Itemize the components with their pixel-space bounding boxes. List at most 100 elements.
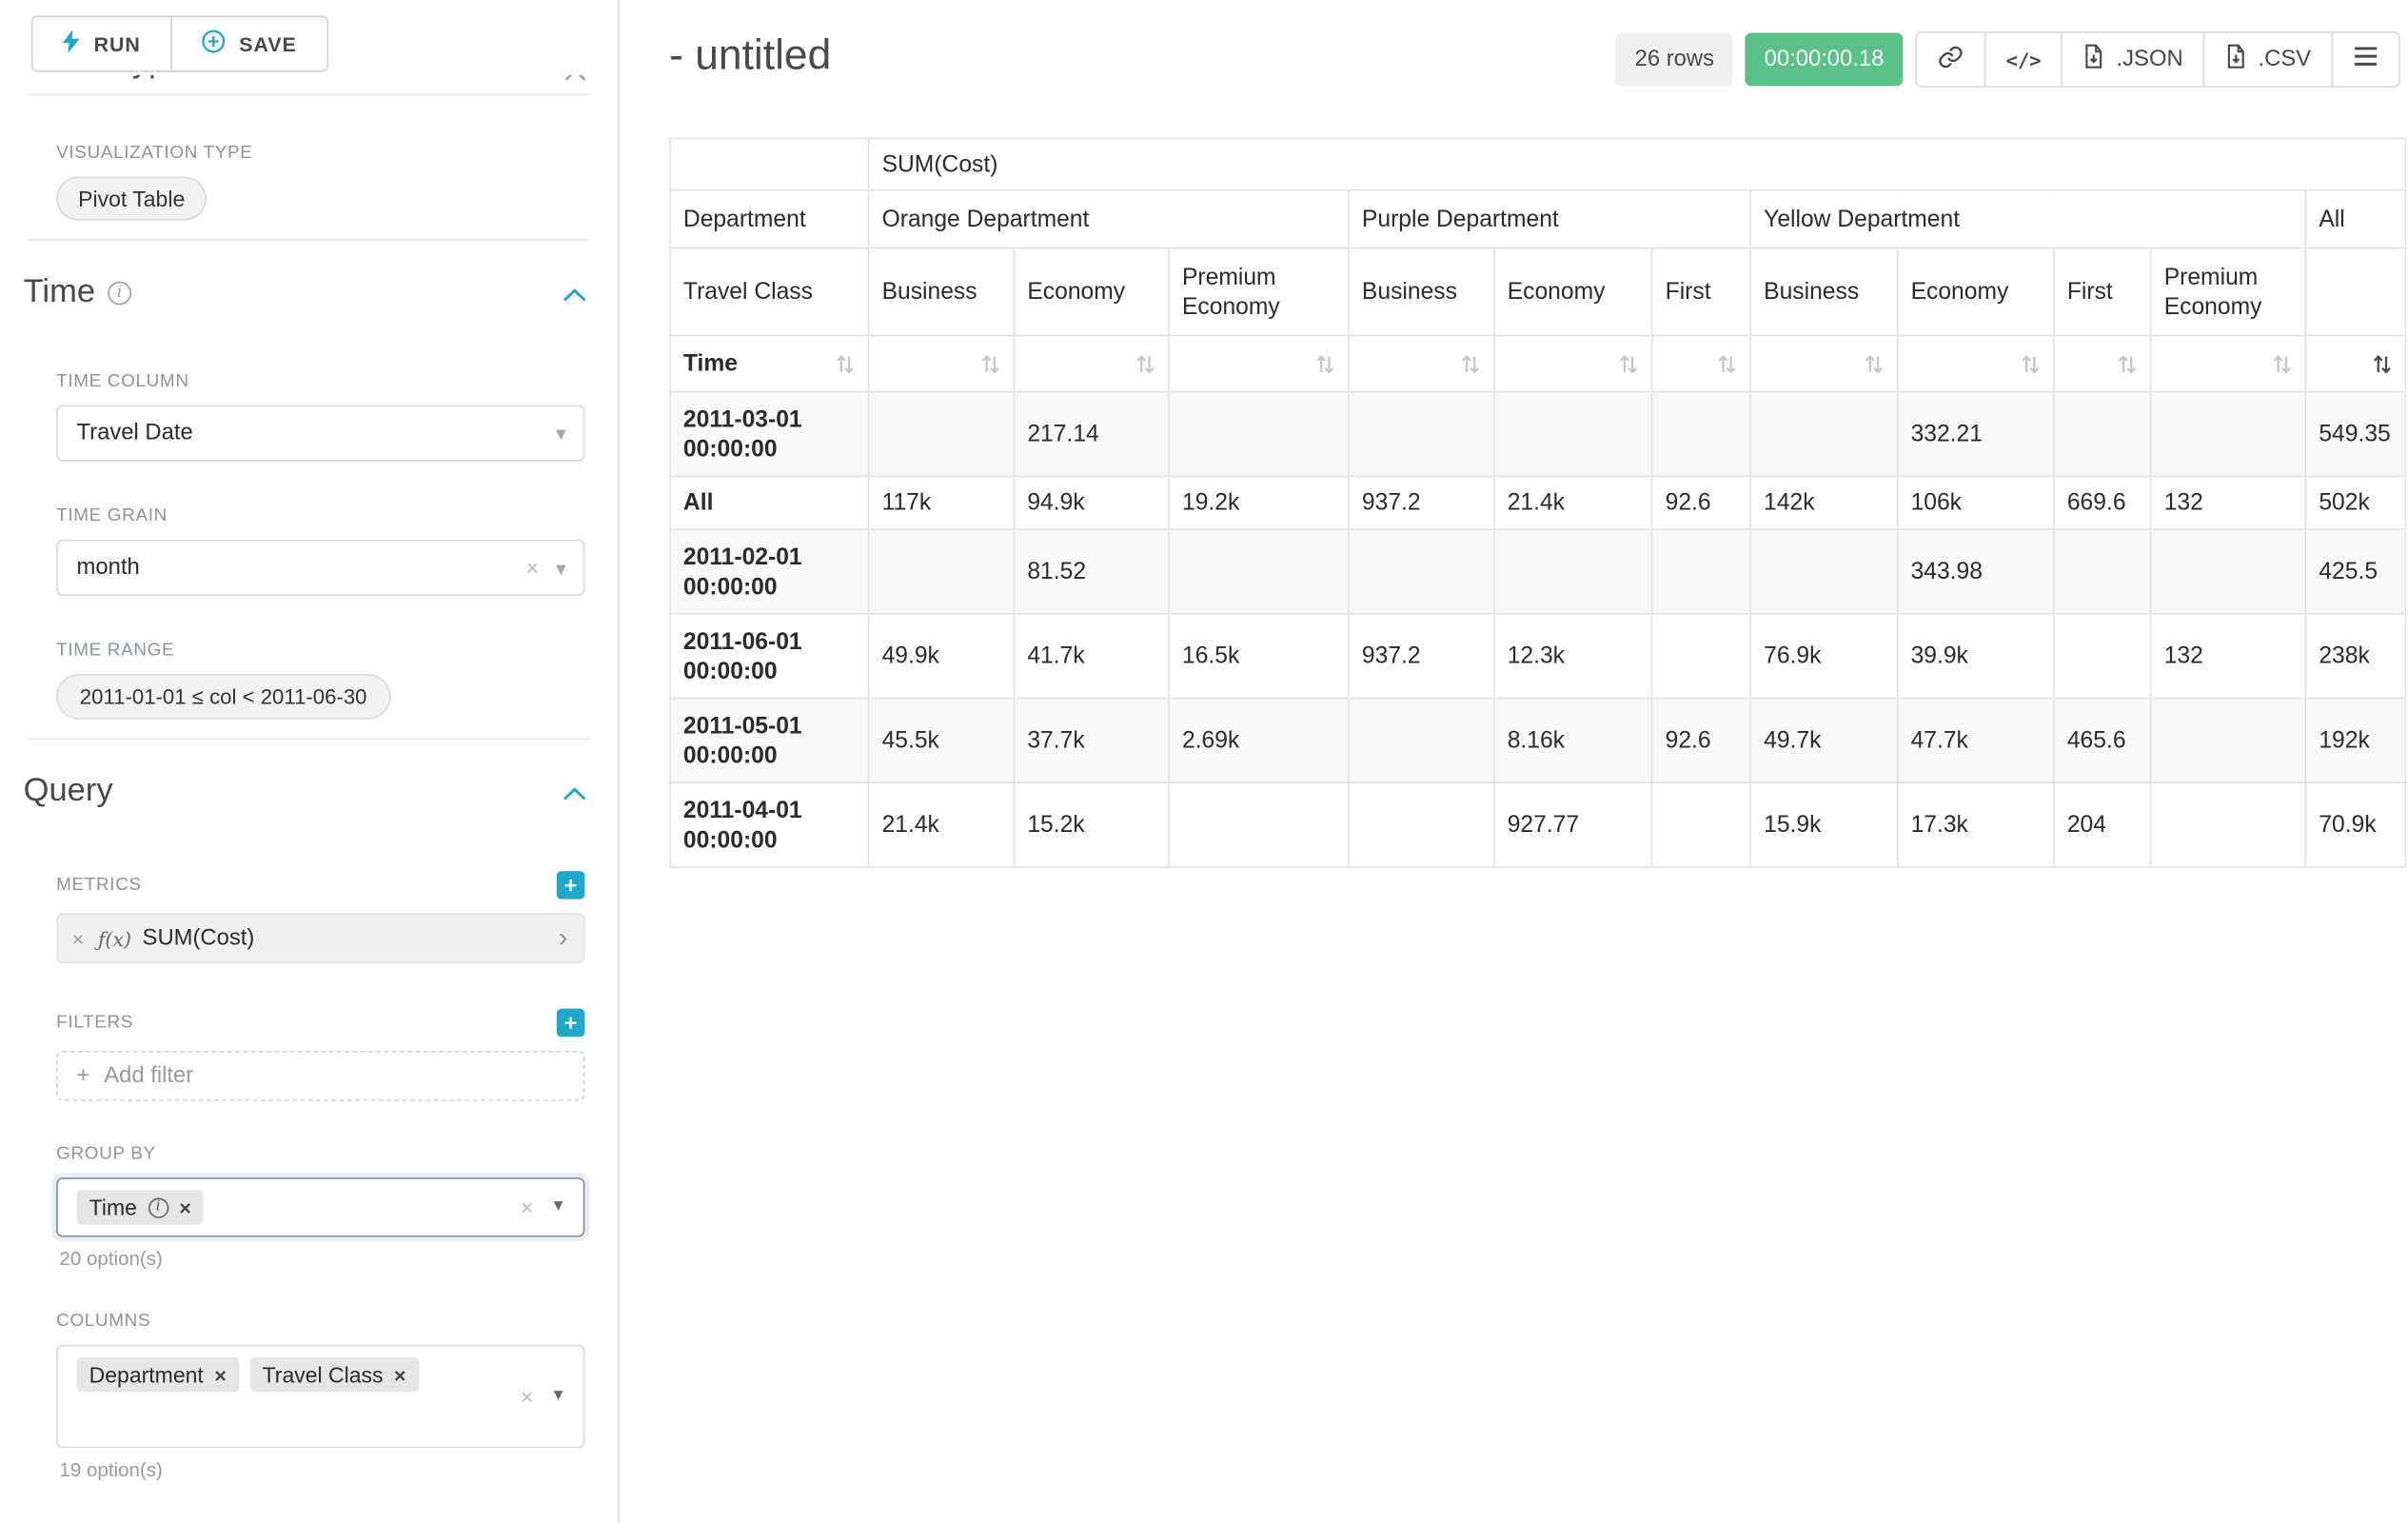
- time-range-label: TIME RANGE: [56, 642, 584, 661]
- pivot-class-header: [2305, 247, 2405, 335]
- time-column-select[interactable]: Travel Date ▾: [56, 405, 584, 461]
- pivot-department-label: Department: [670, 190, 869, 248]
- pivot-travel-class-label: Travel Class: [670, 247, 869, 335]
- clear-icon[interactable]: ×: [521, 1197, 533, 1218]
- clear-icon[interactable]: ×: [525, 557, 538, 579]
- pivot-value-cell: 49.9k: [869, 614, 1015, 699]
- remove-tag-icon[interactable]: ×: [179, 1196, 190, 1219]
- add-filter-button[interactable]: + Add filter: [56, 1051, 584, 1101]
- function-icon: ƒ(x): [98, 926, 131, 950]
- pivot-value-cell: 15.9k: [1750, 782, 1897, 867]
- visualization-type-value[interactable]: Pivot Table: [56, 177, 207, 221]
- columns-select[interactable]: Department × Travel Class × × ▼: [56, 1345, 584, 1448]
- info-icon[interactable]: i: [108, 281, 131, 305]
- view-query-button[interactable]: </>: [1984, 32, 2062, 86]
- metric-item[interactable]: × ƒ(x) SUM(Cost) ›: [56, 913, 584, 963]
- menu-button[interactable]: [2331, 32, 2398, 86]
- sort-icon[interactable]: [835, 352, 855, 374]
- chart-title[interactable]: - untitled: [669, 31, 831, 80]
- sort-icon[interactable]: [1315, 352, 1335, 374]
- run-save-bar: RUN SAVE: [0, 0, 618, 75]
- download-file-icon: [2083, 44, 2105, 75]
- remove-metric-icon[interactable]: ×: [58, 926, 98, 950]
- pivot-class-header: Economy: [1898, 247, 2054, 335]
- visualization-type-label: VISUALIZATION TYPE: [56, 144, 584, 163]
- pivot-value-cell: 332.21: [1898, 392, 2054, 477]
- pivot-value-cell: [1750, 529, 1897, 614]
- pivot-row-label: 2011-04-01 00:00:00: [670, 782, 869, 867]
- sort-icon[interactable]: [1864, 352, 1884, 374]
- pivot-value-cell: [1652, 529, 1751, 614]
- info-icon[interactable]: i: [148, 1197, 168, 1217]
- pivot-sort-cell[interactable]: [1652, 335, 1751, 391]
- pivot-sort-cell[interactable]: [1349, 335, 1494, 391]
- pivot-sort-cell[interactable]: [2054, 335, 2151, 391]
- pivot-value-cell: 425.5: [2305, 529, 2405, 614]
- pivot-value-cell: 94.9k: [1014, 476, 1169, 529]
- save-button-label: SAVE: [239, 32, 297, 56]
- pivot-time-sort-cell[interactable]: Time: [670, 335, 869, 391]
- pivot-value-cell: [2054, 529, 2151, 614]
- add-filter-plus-button[interactable]: +: [557, 1009, 585, 1038]
- pivot-sort-cell[interactable]: [869, 335, 1015, 391]
- pivot-value-cell: 19.2k: [1169, 476, 1349, 529]
- pivot-value-cell: [869, 529, 1015, 614]
- groupby-tag-label: Time: [89, 1195, 137, 1219]
- sort-icon[interactable]: [1135, 352, 1155, 374]
- pivot-value-cell: 15.2k: [1014, 782, 1169, 867]
- time-grain-control: TIME GRAIN month × ▾: [56, 506, 584, 596]
- pivot-sort-cell[interactable]: [2305, 335, 2405, 391]
- columns-options-hint: 19 option(s): [59, 1459, 584, 1481]
- columns-tag-label: Travel Class: [263, 1362, 384, 1387]
- pivot-value-cell: 937.2: [1349, 476, 1494, 529]
- select-caret-icon: ▼: [550, 1389, 565, 1404]
- export-csv-button[interactable]: .CSV: [2203, 32, 2331, 86]
- pivot-value-cell: 81.52: [1014, 529, 1169, 614]
- sort-icon[interactable]: [1618, 352, 1638, 374]
- pivot-value-cell: 465.6: [2054, 699, 2151, 783]
- add-metric-button[interactable]: +: [557, 871, 585, 900]
- pivot-sort-cell[interactable]: [1014, 335, 1169, 391]
- sort-icon[interactable]: [2272, 352, 2292, 374]
- pivot-value-cell: 37.7k: [1014, 699, 1169, 783]
- pivot-all-header: All: [2305, 190, 2405, 248]
- pivot-department-header: Orange Department: [869, 190, 1349, 248]
- chevron-up-icon[interactable]: [563, 273, 586, 310]
- pivot-sort-cell[interactable]: [1898, 335, 2054, 391]
- pivot-value-cell: [1349, 782, 1494, 867]
- chevron-up-icon[interactable]: [563, 773, 586, 810]
- plus-icon: +: [76, 1063, 89, 1088]
- save-button[interactable]: SAVE: [170, 17, 326, 70]
- pivot-data-row: 2011-04-01 00:00:0021.4k15.2k927.7715.9k…: [670, 782, 2406, 867]
- chart-header: - untitled 26 rows 00:00:00.18 </>: [621, 0, 2408, 138]
- link-icon: [1937, 43, 1964, 76]
- pivot-sort-cell[interactable]: [1494, 335, 1652, 391]
- sort-icon[interactable]: [1717, 352, 1737, 374]
- hamburger-menu-icon: [2353, 46, 2378, 74]
- clear-icon[interactable]: ×: [521, 1386, 533, 1408]
- download-file-icon: [2225, 44, 2247, 75]
- pivot-row-label: 2011-03-01 00:00:00: [670, 392, 869, 477]
- sort-icon[interactable]: [2117, 352, 2137, 374]
- sort-icon[interactable]: [980, 352, 1000, 374]
- export-json-button[interactable]: .JSON: [2062, 32, 2203, 86]
- sort-icon[interactable]: [2372, 352, 2392, 374]
- export-button-group: </> .JSON .CSV: [1915, 31, 2399, 88]
- sort-icon[interactable]: [1460, 352, 1480, 374]
- pivot-sort-cell[interactable]: [2151, 335, 2306, 391]
- pivot-class-header: Business: [1349, 247, 1494, 335]
- remove-tag-icon[interactable]: ×: [214, 1363, 226, 1387]
- pivot-value-cell: 937.2: [1349, 614, 1494, 699]
- sort-icon[interactable]: [2021, 352, 2041, 374]
- pivot-class-header: Business: [1750, 247, 1897, 335]
- groupby-select[interactable]: Time i × × ▼: [56, 1177, 584, 1236]
- expand-metric-icon[interactable]: ›: [559, 922, 567, 954]
- time-grain-select[interactable]: month × ▾: [56, 540, 584, 596]
- pivot-sort-cell[interactable]: [1750, 335, 1897, 391]
- query-section-header: Query: [24, 773, 586, 810]
- pivot-sort-cell[interactable]: [1169, 335, 1349, 391]
- remove-tag-icon[interactable]: ×: [394, 1363, 405, 1387]
- time-range-value[interactable]: 2011-01-01 ≤ col < 2011-06-30: [56, 674, 390, 720]
- run-button[interactable]: RUN: [32, 17, 170, 70]
- copy-link-button[interactable]: [1917, 32, 1984, 86]
